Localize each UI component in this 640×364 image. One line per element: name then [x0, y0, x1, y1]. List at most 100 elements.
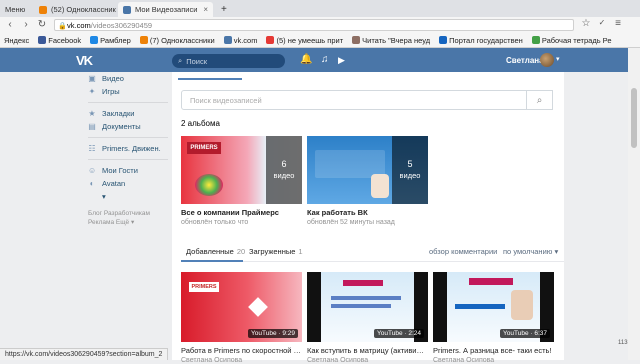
vk-logo[interactable]: VK: [76, 53, 93, 68]
user-name[interactable]: Светлана: [506, 56, 544, 65]
search-icon: ⌕: [178, 56, 183, 65]
video-icon: ▣: [88, 74, 96, 83]
primers-logo: PRIMERS: [187, 142, 221, 154]
close-icon[interactable]: ×: [203, 5, 208, 14]
video-title[interactable]: Работа в Primers по скоростной систем...: [181, 346, 302, 355]
new-tab-button[interactable]: +: [216, 2, 230, 17]
bookmark-youtube[interactable]: (5) не умеешь прит: [266, 36, 343, 45]
menu-icon[interactable]: ≡: [612, 19, 624, 29]
footer-links-1[interactable]: Блог Разработчикам: [88, 209, 168, 218]
sidebar-item-games[interactable]: ✦ Игры: [88, 85, 168, 98]
vk-icon: [223, 36, 232, 44]
video-search-placeholder: Поиск видеозаписей: [190, 95, 262, 105]
bookmark-rambler[interactable]: Рамблер: [90, 36, 131, 45]
video-card[interactable]: PRIMERS YouTube · 9:29 Работа в Primers …: [181, 272, 302, 364]
slide-text-line: [455, 304, 505, 309]
album-thumbnail[interactable]: PRIMERS 6 видео: [181, 136, 302, 204]
sidebar-item-primers[interactable]: ☷ Primers. Движен.: [88, 142, 168, 155]
star-icon: ★: [88, 109, 96, 118]
footer-links-2[interactable]: Реклама Ещё ▾: [88, 218, 168, 227]
lock-icon: 🔒: [58, 23, 67, 30]
facebook-icon: [38, 36, 47, 44]
video-title[interactable]: Primers. А разница все- таки есть!: [433, 346, 554, 355]
url-field[interactable]: 🔒 vk.com/videos306290459: [54, 19, 574, 31]
sidebar-item-guests[interactable]: ☺ Мои Гости: [88, 164, 168, 177]
video-thumbnail[interactable]: YouTube · 6:37: [433, 272, 554, 342]
video-author[interactable]: Светлана Осипова: [181, 357, 302, 364]
bookmark-yandex[interactable]: Яндекс: [4, 36, 29, 45]
search-placeholder: Поиск: [186, 56, 207, 66]
sidebar-item-more[interactable]: ▾: [88, 190, 168, 203]
diamond-graphic: [248, 297, 268, 317]
games-icon: ✦: [88, 87, 96, 96]
music-icon[interactable]: ♫: [321, 55, 329, 65]
chevron-down-icon[interactable]: ▾: [556, 55, 560, 63]
slide-text-line: [331, 296, 401, 300]
albums-title: 2 альбома: [181, 119, 220, 128]
browser-tab-videos[interactable]: Мои Видеозаписи ×: [118, 2, 213, 17]
odnoklassniki-icon: [39, 5, 47, 14]
video-author[interactable]: Светлана Осипова: [307, 357, 428, 364]
url-host: vk.com: [67, 20, 91, 30]
sidebar-item-documents[interactable]: ▤ Документы: [88, 120, 168, 133]
video-card[interactable]: YouTube · 2:24 Как вступить в матрицу (а…: [307, 272, 428, 364]
rambler-icon: [90, 36, 99, 44]
album-card[interactable]: PRIMERS 6 видео Все о компании Праймерс о…: [181, 136, 302, 226]
video-author[interactable]: Светлана Осипова: [433, 357, 554, 364]
vk-search-input[interactable]: ⌕ Поиск: [172, 54, 285, 68]
document-icon: ▤: [88, 122, 96, 131]
extension-icon[interactable]: ✓: [596, 19, 608, 27]
primers-logo: PRIMERS: [189, 282, 219, 292]
bookmark-workbook[interactable]: Рабочая тетрадь Ре: [531, 36, 612, 45]
browser-tab-bar: Меню (52) Одноклассники × Мои Видеозапис…: [0, 0, 640, 17]
tab-label: Мои Видеозаписи: [135, 5, 198, 14]
back-icon[interactable]: ‹: [4, 20, 16, 30]
reload-icon[interactable]: ↻: [36, 20, 48, 30]
video-duration: YouTube · 2:24: [374, 329, 424, 338]
search-icon: ⌕: [536, 94, 543, 106]
notifications-icon[interactable]: 🔔: [300, 55, 312, 65]
star-bookmark-icon[interactable]: ☆: [580, 19, 592, 29]
album-title[interactable]: Все о компании Праймерс: [181, 208, 302, 217]
tab-added[interactable]: Добавленные 20: [186, 247, 245, 256]
bookmark-vk[interactable]: vk.com: [223, 36, 257, 45]
bookmark-read[interactable]: Читать "Вчера неуд: [352, 36, 430, 45]
sidebar-item-bookmarks[interactable]: ★ Закладки: [88, 107, 168, 120]
search-button[interactable]: ⌕: [527, 90, 553, 110]
bookmark-facebook[interactable]: Facebook: [38, 36, 81, 45]
video-thumbnail[interactable]: PRIMERS YouTube · 9:29: [181, 272, 302, 342]
tab-label: Меню: [5, 5, 26, 14]
flag-icon: [439, 36, 448, 44]
play-icon[interactable]: ▶: [338, 55, 345, 65]
sort-comments[interactable]: обзор комментарии: [429, 247, 497, 256]
browser-tab-menu[interactable]: Меню: [0, 2, 36, 17]
forward-icon[interactable]: ›: [20, 20, 32, 30]
video-card[interactable]: YouTube · 6:37 Primers. А разница все- т…: [433, 272, 554, 364]
album-title[interactable]: Как работать ВК: [307, 208, 428, 217]
video-search-input[interactable]: Поиск видеозаписей: [181, 90, 527, 110]
divider: [88, 137, 168, 138]
browser-tab-odnoklassniki[interactable]: (52) Одноклассники ×: [34, 2, 116, 17]
video-thumbnail[interactable]: YouTube · 2:24: [307, 272, 428, 342]
active-section-indicator: [178, 78, 242, 80]
page-scrollbar[interactable]: [628, 48, 640, 360]
guests-icon: ☺: [88, 166, 97, 175]
divider: [88, 159, 168, 160]
video-title[interactable]: Как вступить в матрицу (активирование...: [307, 346, 428, 355]
avatar[interactable]: [540, 53, 554, 67]
person-photo: [511, 290, 533, 320]
divider: [88, 102, 168, 103]
video-duration: YouTube · 9:29: [248, 329, 298, 338]
sort-default-dropdown[interactable]: по умолчанию ▾: [503, 247, 558, 256]
sidebar-item-avatan[interactable]: ◐ Avatan: [88, 177, 168, 190]
scrollbar-thumb[interactable]: [631, 88, 637, 148]
tab-uploaded[interactable]: Загруженные 1: [249, 247, 303, 256]
active-tab-underline: [181, 260, 243, 262]
album-count: 5 видео: [392, 136, 428, 204]
album-thumbnail[interactable]: 5 видео: [307, 136, 428, 204]
sidebar-item-video[interactable]: ▣ Видео: [88, 72, 168, 85]
album-card[interactable]: 5 видео Как работать ВК обновлён 52 минут…: [307, 136, 428, 226]
person-photo: [371, 174, 389, 198]
bookmark-odnoklassniki[interactable]: (7) Одноклассники: [139, 36, 215, 45]
bookmark-gosuslugi[interactable]: Портал государствен: [439, 36, 523, 45]
